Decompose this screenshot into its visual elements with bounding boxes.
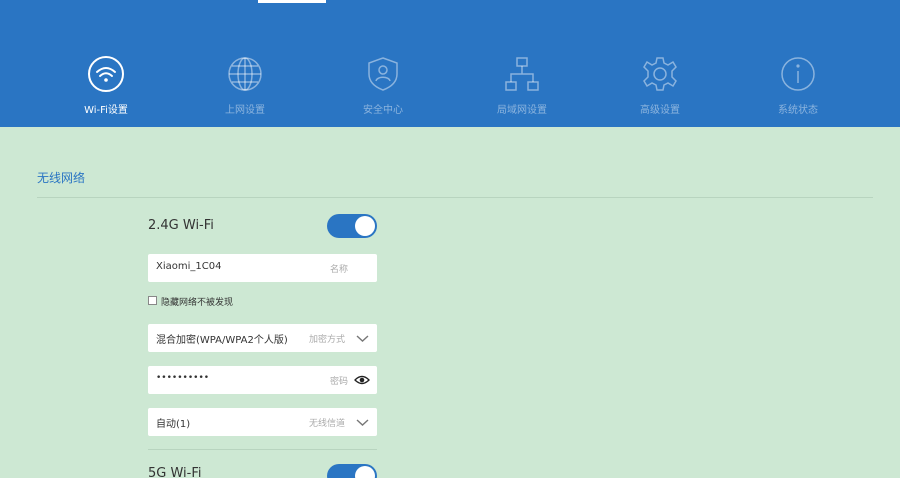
wifi24-toggle-label: 2.4G Wi-Fi <box>148 218 214 233</box>
nav-item-wifi-settings[interactable]: Wi-Fi设置 <box>51 55 161 116</box>
password-field[interactable]: •••••••••• 密码 <box>148 366 377 394</box>
hide-network-checkbox[interactable] <box>148 296 157 305</box>
encryption-hint: 加密方式 <box>309 335 346 345</box>
nav-item-lan-settings[interactable]: 局域网设置 <box>467 55 577 116</box>
password-value: •••••••••• <box>156 373 210 383</box>
wifi5-toggle[interactable] <box>327 464 377 478</box>
section-title-wireless: 无线网络 <box>37 171 86 185</box>
password-hint: 密码 <box>330 377 349 387</box>
nav-label-internet-settings: 上网设置 <box>225 105 265 116</box>
nav-label-advanced-settings: 高级设置 <box>640 105 680 116</box>
ssid-value: Xiaomi_1C04 <box>156 261 222 272</box>
toggle-knob <box>355 216 375 236</box>
nav-item-advanced-settings[interactable]: 高级设置 <box>605 55 715 116</box>
main-nav: Wi-Fi设置 上网设置 安全中心 局域网设置 高级设置 系统状态 <box>0 0 900 127</box>
shield-user-icon <box>368 57 398 91</box>
encryption-value: 混合加密(WPA/WPA2个人版) <box>156 335 288 346</box>
wifi24-toggle[interactable] <box>327 214 377 238</box>
nav-label-security-center: 安全中心 <box>363 105 403 116</box>
band-divider <box>148 449 377 450</box>
nav-label-lan-settings: 局域网设置 <box>497 105 547 116</box>
channel-select[interactable]: 自动(1) 无线信道 <box>148 408 377 436</box>
chevron-down-icon <box>356 335 369 342</box>
encryption-select[interactable]: 混合加密(WPA/WPA2个人版) 加密方式 <box>148 324 377 352</box>
channel-value: 自动(1) <box>156 419 191 430</box>
eye-icon[interactable] <box>354 374 370 386</box>
nav-label-system-status: 系统状态 <box>778 105 818 116</box>
channel-hint: 无线信道 <box>309 419 346 429</box>
globe-icon <box>228 57 262 91</box>
nav-label-wifi-settings: Wi-Fi设置 <box>84 105 128 116</box>
chevron-down-icon <box>356 419 369 426</box>
ssid-hint: 名称 <box>330 265 349 275</box>
nav-item-system-status[interactable]: 系统状态 <box>743 55 853 116</box>
hide-network-label: 隐藏网络不被发现 <box>161 298 234 308</box>
info-icon <box>781 57 815 91</box>
lan-network-icon <box>505 57 539 91</box>
gear-icon <box>643 57 677 91</box>
section-divider <box>37 197 873 198</box>
wifi5-toggle-label: 5G Wi-Fi <box>148 466 202 478</box>
wifi-icon <box>88 56 124 92</box>
toggle-knob <box>355 466 375 478</box>
nav-item-security-center[interactable]: 安全中心 <box>328 55 438 116</box>
ssid-field[interactable]: Xiaomi_1C04 名称 <box>148 254 377 282</box>
nav-item-internet-settings[interactable]: 上网设置 <box>190 55 300 116</box>
